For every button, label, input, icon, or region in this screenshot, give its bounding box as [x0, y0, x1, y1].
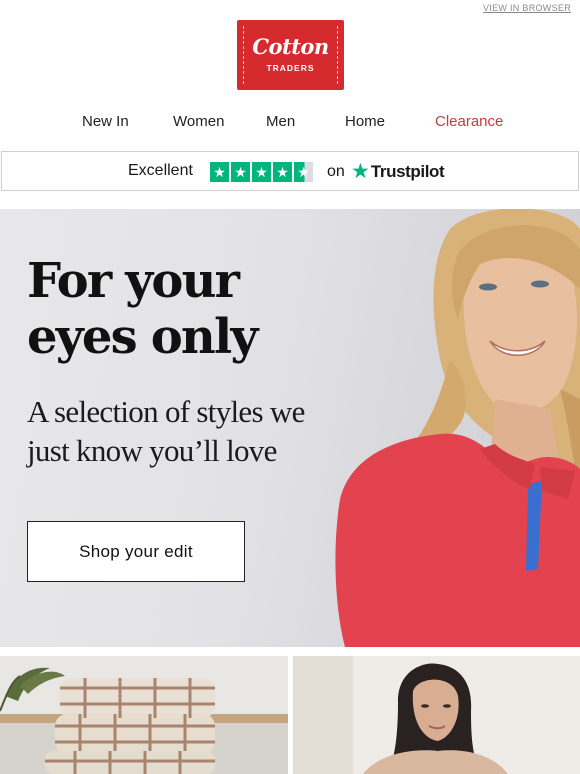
hero-subtitle-line-1: A selection of styles we: [27, 394, 305, 429]
nav-men[interactable]: Men: [266, 113, 295, 130]
half-star-icon: ★: [294, 162, 313, 182]
trustpilot-wordmark: Trustpilot: [370, 162, 445, 181]
cotton-traders-logo[interactable]: Cotton TRADERS: [237, 20, 344, 90]
trustpilot-stars: ★ ★ ★ ★ ★: [210, 162, 313, 182]
blankets-tile[interactable]: [0, 656, 288, 774]
hero-subtitle: A selection of styles we just know you’l…: [27, 392, 305, 470]
hero-model-image: [335, 209, 580, 647]
hero-subtitle-line-2: just know you’ll love: [27, 433, 277, 468]
star-icon: ★: [231, 162, 250, 182]
nav-new-in[interactable]: New In: [82, 113, 129, 130]
hero-banner[interactable]: For your eyes only A selection of styles…: [0, 209, 580, 647]
womenswear-tile[interactable]: [293, 656, 580, 774]
trustpilot-logo: ★ Trustpilot: [351, 160, 445, 184]
trustpilot-star-icon: ★: [351, 160, 370, 183]
trustpilot-banner[interactable]: Excellent ★ ★ ★ ★ ★ on ★ Trustpilot: [1, 151, 579, 191]
hero-title-line-2: eyes only: [27, 309, 258, 365]
nav-home[interactable]: Home: [345, 113, 385, 130]
hero-title: For your eyes only: [27, 253, 258, 365]
nav-clearance[interactable]: Clearance: [435, 113, 503, 130]
logo-subtitle: TRADERS: [266, 63, 315, 73]
trustpilot-on-text: on: [327, 163, 345, 180]
trustpilot-rating-text: Excellent: [128, 162, 193, 179]
star-icon: ★: [273, 162, 292, 182]
blankets-image: [0, 656, 288, 774]
nav-women[interactable]: Women: [173, 113, 224, 130]
star-icon: ★: [252, 162, 271, 182]
woman-portrait-image: [293, 656, 580, 774]
main-nav: New In Women Men Home Clearance: [0, 113, 580, 133]
star-icon: ★: [210, 162, 229, 182]
logo-wordmark: Cotton: [252, 34, 329, 59]
view-in-browser-link[interactable]: VIEW IN BROWSER: [483, 3, 571, 13]
hero-title-line-1: For your: [27, 253, 240, 309]
shop-your-edit-button[interactable]: Shop your edit: [27, 521, 245, 582]
